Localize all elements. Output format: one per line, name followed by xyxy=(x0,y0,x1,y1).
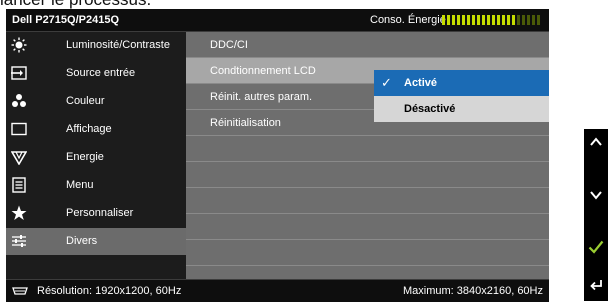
option-label: Désactivé xyxy=(404,103,456,115)
menu-item-label: Couleur xyxy=(66,95,105,107)
energy-icon xyxy=(11,151,27,165)
menu-item-display[interactable]: Affichage xyxy=(6,116,186,143)
menu-item-label: Divers xyxy=(66,235,98,247)
menu-item-menu[interactable]: Menu xyxy=(6,172,186,199)
back-icon[interactable] xyxy=(588,277,604,293)
energy-meter xyxy=(442,15,542,25)
submenu-empty-row xyxy=(186,214,549,240)
check-icon[interactable] xyxy=(588,239,604,255)
brightness-icon xyxy=(11,37,27,53)
display-icon xyxy=(11,122,27,136)
resolution-text: Résolution: 1920x1200, 60Hz xyxy=(37,285,182,297)
instruction-text: lancer le processus. xyxy=(0,0,151,8)
submenu-item-label: Condtionnement LCD xyxy=(210,65,316,77)
video-port-icon xyxy=(12,287,28,295)
menu-item-label: Energie xyxy=(66,151,104,163)
menu-item-label: Source entrée xyxy=(66,67,136,79)
submenu-item-ddc-ci[interactable]: DDC/CI xyxy=(186,32,549,58)
chevron-up-icon[interactable] xyxy=(588,134,604,150)
submenu-empty-row xyxy=(186,240,549,266)
menu-item-others[interactable]: Divers xyxy=(6,228,186,255)
color-icon xyxy=(12,94,26,107)
osd-window: Dell P2715Q/P2415Q Conso. Énergie Lumino… xyxy=(6,9,549,302)
input-source-icon xyxy=(11,66,27,80)
menu-item-input-source[interactable]: Source entrée xyxy=(6,60,186,87)
menu-item-color[interactable]: Couleur xyxy=(6,88,186,115)
model-title: Dell P2715Q/P2415Q xyxy=(12,14,120,26)
option-label: Activé xyxy=(404,77,438,89)
menu-icon xyxy=(12,177,26,193)
submenu-empty-row xyxy=(186,162,549,188)
menu-item-label: Menu xyxy=(66,179,94,191)
status-bar: Résolution: 1920x1200, 60Hz Maximum: 384… xyxy=(6,279,549,302)
option-disabled[interactable]: Désactivé xyxy=(374,96,549,122)
main-menu: Luminosité/Contraste Source entrée Coule… xyxy=(6,32,186,301)
submenu-item-label: Réinitialisation xyxy=(210,117,281,129)
chevron-down-icon[interactable] xyxy=(588,187,604,203)
menu-item-label: Luminosité/Contraste xyxy=(66,39,170,51)
submenu-item-label: DDC/CI xyxy=(210,39,248,51)
submenu-empty-row xyxy=(186,136,549,162)
monitor-buttons xyxy=(584,129,608,301)
maximum-resolution-text: Maximum: 3840x2160, 60Hz xyxy=(402,285,543,297)
star-icon xyxy=(11,205,27,220)
instruction-banner: lancer le processus. xyxy=(0,0,560,9)
menu-item-label: Affichage xyxy=(66,123,112,135)
menu-item-label: Personnaliser xyxy=(66,207,134,219)
osd-title-bar: Dell P2715Q/P2415Q Conso. Énergie xyxy=(6,9,549,32)
others-icon xyxy=(12,235,26,247)
check-icon: ✓ xyxy=(381,75,392,90)
option-enabled[interactable]: ✓ Activé xyxy=(374,70,549,96)
energy-label: Conso. Énergie xyxy=(370,14,446,26)
menu-item-personalize[interactable]: Personnaliser xyxy=(6,200,186,227)
menu-item-energy[interactable]: Energie xyxy=(6,144,186,171)
menu-item-brightness-contrast[interactable]: Luminosité/Contraste xyxy=(6,32,186,59)
submenu-item-label: Réinit. autres param. xyxy=(210,91,313,103)
submenu-empty-row xyxy=(186,188,549,214)
